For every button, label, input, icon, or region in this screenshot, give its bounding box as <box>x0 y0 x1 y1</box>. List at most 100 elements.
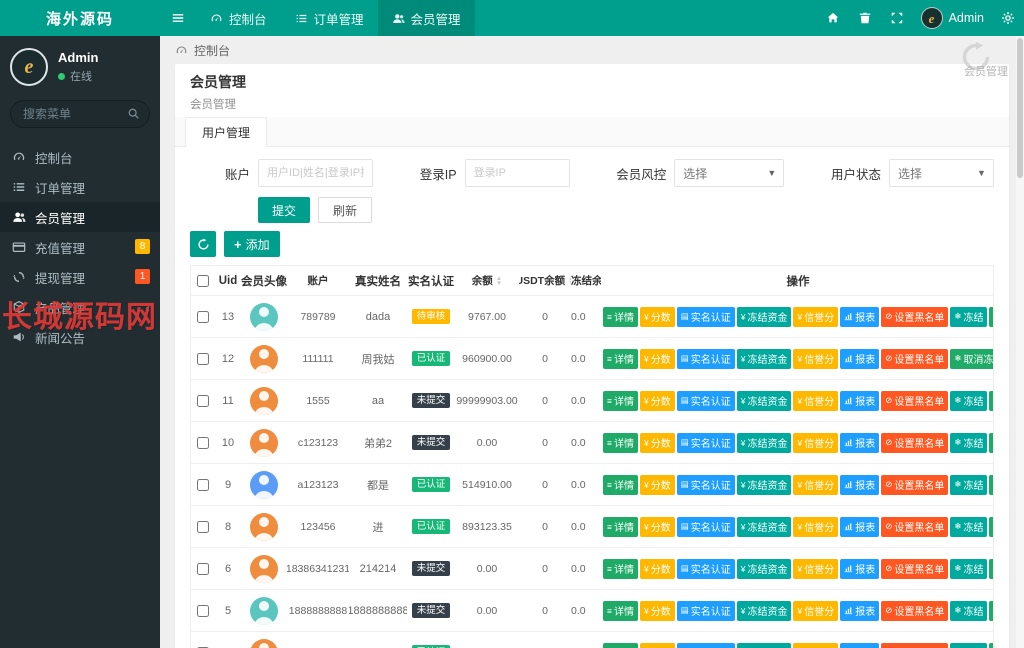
realname-auth-button[interactable]: ▤实名认证 <box>677 349 735 369</box>
table-refresh-button[interactable] <box>190 231 216 257</box>
fullscreen-icon[interactable] <box>881 0 913 36</box>
score-button[interactable]: ¥分数 <box>640 307 675 327</box>
detail-button[interactable]: ≡详情 <box>603 307 638 327</box>
credit-score-button[interactable]: ¥信誉分 <box>793 307 838 327</box>
report-button[interactable]: 报表 <box>840 433 879 453</box>
freeze-button[interactable]: ❄冻结 <box>950 601 987 621</box>
realname-auth-button[interactable]: ▤实名认证 <box>677 559 735 579</box>
freeze-button[interactable]: ❄冻结 <box>950 307 987 327</box>
credit-score-button[interactable]: ¥信誉分 <box>793 391 838 411</box>
freeze-funds-button[interactable]: ¥冻结资金 <box>737 475 792 495</box>
edit-button[interactable] <box>989 559 993 579</box>
home-icon[interactable] <box>817 0 849 36</box>
edit-button[interactable] <box>989 391 993 411</box>
detail-button[interactable]: ≡详情 <box>603 475 638 495</box>
blacklist-button[interactable]: ⊘设置黑名单 <box>881 601 948 621</box>
sidebar-item-orders[interactable]: 订单管理 <box>0 172 160 202</box>
detail-button[interactable]: ≡详情 <box>603 349 638 369</box>
freeze-funds-button[interactable]: ¥冻结资金 <box>737 559 792 579</box>
freeze-funds-button[interactable]: ¥冻结资金 <box>737 433 792 453</box>
edit-button[interactable] <box>989 601 993 621</box>
freeze-button[interactable]: ❄冻结 <box>950 559 987 579</box>
score-button[interactable]: ¥分数 <box>640 391 675 411</box>
freeze-funds-button[interactable]: ¥冻结资金 <box>737 391 792 411</box>
realname-auth-button[interactable]: ▤实名认证 <box>677 433 735 453</box>
blacklist-button[interactable]: ⊘设置黑名单 <box>881 433 948 453</box>
settings-gear-icon[interactable] <box>992 0 1024 36</box>
status-select[interactable]: 选择 ▼ <box>889 159 994 187</box>
report-button[interactable]: 报表 <box>840 391 879 411</box>
sidebar-item-news[interactable]: 新闻公告 <box>0 322 160 352</box>
realname-auth-button[interactable]: ▤实名认证 <box>677 391 735 411</box>
freeze-button[interactable]: ❄冻结 <box>950 433 987 453</box>
score-button[interactable]: ¥分数 <box>640 433 675 453</box>
realname-auth-button[interactable]: ▤实名认证 <box>677 517 735 537</box>
blacklist-button[interactable]: ⊘设置黑名单 <box>881 391 948 411</box>
refresh-button[interactable]: 刷新 <box>318 197 372 223</box>
row-checkbox[interactable] <box>197 353 209 365</box>
credit-score-button[interactable]: ¥信誉分 <box>793 517 838 537</box>
score-button[interactable]: ¥分数 <box>640 517 675 537</box>
usdt-balance-header[interactable]: USDT余额 ▲▼ <box>519 266 571 295</box>
report-button[interactable]: 报表 <box>840 349 879 369</box>
sidebar-item-recharge[interactable]: 充值管理8 <box>0 232 160 262</box>
credit-score-button[interactable]: ¥信誉分 <box>793 349 838 369</box>
submit-button[interactable]: 提交 <box>258 197 310 223</box>
report-button[interactable]: 报表 <box>840 517 879 537</box>
detail-button[interactable]: ≡详情 <box>603 559 638 579</box>
risk-select[interactable]: 选择 ▼ <box>674 159 784 187</box>
login-ip-input[interactable] <box>465 159 570 187</box>
edit-button[interactable] <box>989 475 993 495</box>
sidebar-item-console[interactable]: 控制台 <box>0 142 160 172</box>
score-button[interactable]: ¥分数 <box>640 475 675 495</box>
credit-score-button[interactable]: ¥信誉分 <box>793 601 838 621</box>
freeze-funds-button[interactable]: ¥冻结资金 <box>737 517 792 537</box>
freeze-funds-button[interactable]: ¥冻结资金 <box>737 349 792 369</box>
blacklist-button[interactable]: ⊘设置黑名单 <box>881 517 948 537</box>
row-checkbox[interactable] <box>197 395 209 407</box>
report-button[interactable]: 报表 <box>840 643 879 648</box>
detail-button[interactable]: ≡详情 <box>603 601 638 621</box>
edit-button[interactable] <box>989 307 993 327</box>
scrollbar-thumb[interactable] <box>1017 38 1023 178</box>
report-button[interactable]: 报表 <box>840 475 879 495</box>
freeze-button[interactable]: ❄冻结 <box>950 475 987 495</box>
balance-header[interactable]: 余额 ▲▼ <box>455 266 519 295</box>
credit-score-button[interactable]: ¥信誉分 <box>793 643 838 648</box>
detail-button[interactable]: ≡详情 <box>603 517 638 537</box>
detail-button[interactable]: ≡详情 <box>603 391 638 411</box>
topnav-console[interactable]: 控制台 <box>196 0 281 36</box>
score-button[interactable]: ¥分数 <box>640 643 675 648</box>
admin-menu[interactable]: e Admin <box>913 7 992 29</box>
blacklist-button[interactable]: ⊘设置黑名单 <box>881 307 948 327</box>
freeze-button[interactable]: ❄冻结 <box>950 643 987 648</box>
edit-button[interactable] <box>989 517 993 537</box>
edit-button[interactable] <box>989 433 993 453</box>
blacklist-button[interactable]: ⊘设置黑名单 <box>881 559 948 579</box>
freeze-funds-button[interactable]: ¥冻结资金 <box>737 643 792 648</box>
report-button[interactable]: 报表 <box>840 559 879 579</box>
freeze-button[interactable]: ❄冻结 <box>950 391 987 411</box>
report-button[interactable]: 报表 <box>840 601 879 621</box>
topnav-members[interactable]: 会员管理 <box>378 0 475 36</box>
realname-auth-button[interactable]: ▤实名认证 <box>677 643 735 648</box>
freeze-funds-button[interactable]: ¥冻结资金 <box>737 307 792 327</box>
credit-score-button[interactable]: ¥信誉分 <box>793 559 838 579</box>
sidebar-item-products[interactable]: 产品管理‹ <box>0 292 160 322</box>
hamburger-icon[interactable] <box>160 0 196 36</box>
row-checkbox[interactable] <box>197 563 209 575</box>
row-checkbox[interactable] <box>197 605 209 617</box>
realname-auth-button[interactable]: ▤实名认证 <box>677 307 735 327</box>
sidebar-item-withdraw[interactable]: 提现管理1 <box>0 262 160 292</box>
blacklist-button[interactable]: ⊘设置黑名单 <box>881 643 948 648</box>
realname-auth-button[interactable]: ▤实名认证 <box>677 601 735 621</box>
account-input[interactable] <box>258 159 373 187</box>
select-all-checkbox[interactable] <box>197 275 209 287</box>
row-checkbox[interactable] <box>197 521 209 533</box>
score-button[interactable]: ¥分数 <box>640 349 675 369</box>
credit-score-button[interactable]: ¥信誉分 <box>793 433 838 453</box>
detail-button[interactable]: ≡详情 <box>603 643 638 648</box>
row-checkbox[interactable] <box>197 311 209 323</box>
freeze-button[interactable]: ❄冻结 <box>950 517 987 537</box>
row-checkbox[interactable] <box>197 479 209 491</box>
